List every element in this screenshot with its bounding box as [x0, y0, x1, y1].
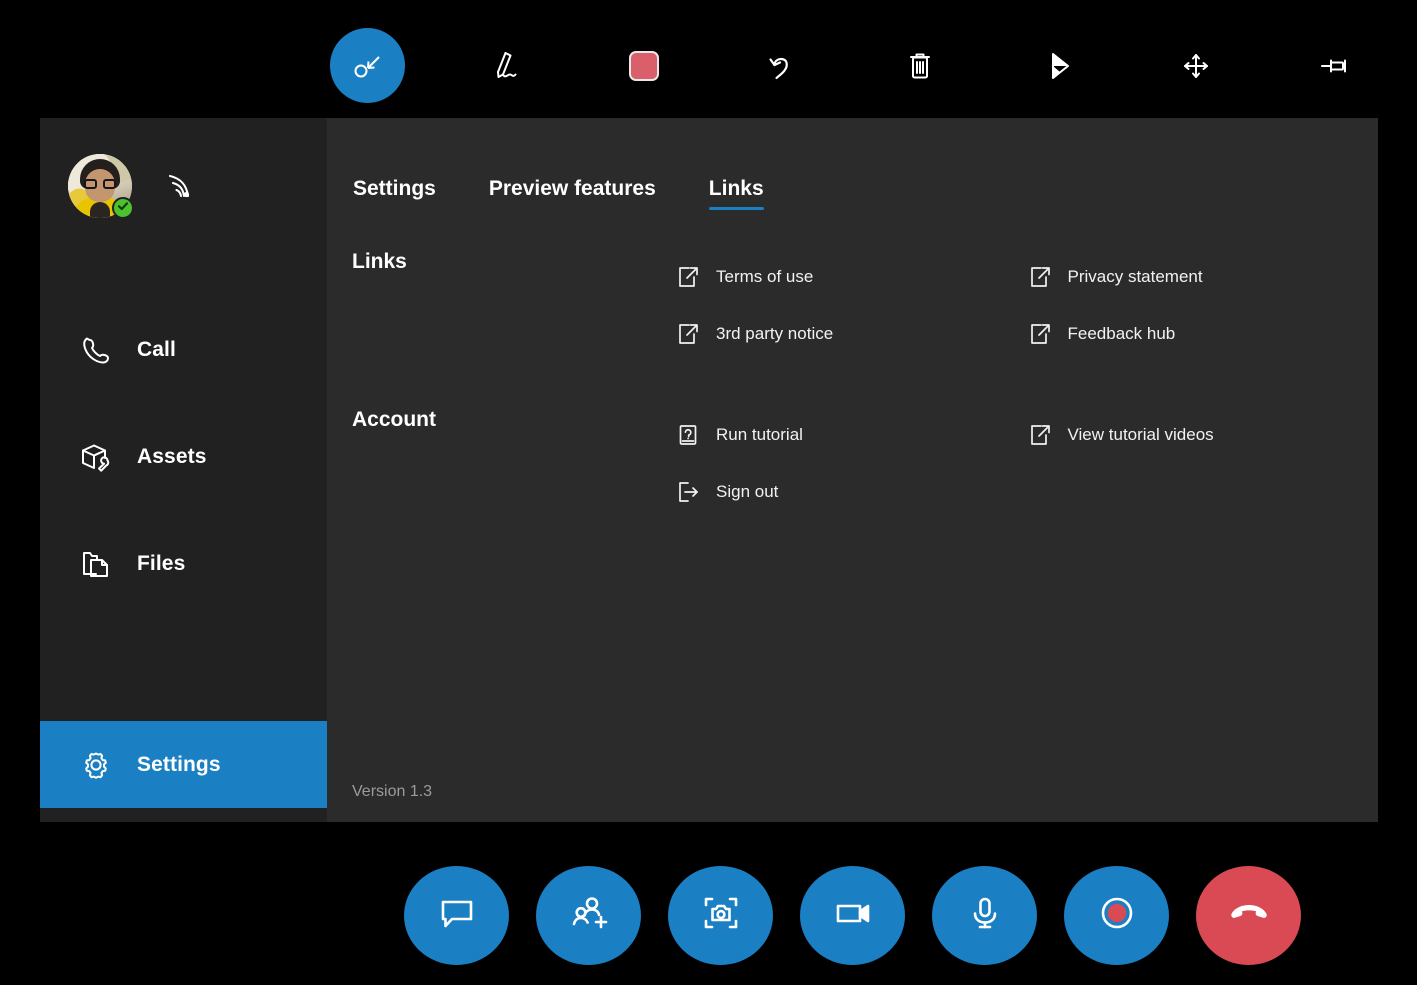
arrow-pointer-icon [1038, 46, 1078, 86]
link-run-tutorial[interactable]: Run tutorial [675, 406, 1027, 463]
color-swatch-icon [629, 51, 659, 81]
link-privacy-statement[interactable]: Privacy statement [1027, 248, 1379, 305]
sidebar-item-call[interactable]: Call [40, 308, 327, 392]
move-icon [1176, 46, 1216, 86]
arrow-pointer-button[interactable] [1020, 28, 1095, 103]
phone-icon [76, 330, 116, 370]
avatar-glasses [84, 179, 116, 189]
pin-icon [1314, 46, 1354, 86]
section-title: Links [327, 248, 675, 274]
presence-available-badge [112, 197, 134, 219]
microphone-button[interactable] [932, 866, 1037, 965]
tab-label: Settings [353, 177, 436, 200]
sidebar: Call Assets [40, 118, 327, 822]
external-link-icon [1027, 264, 1053, 290]
ink-tool-button[interactable] [468, 28, 543, 103]
camera-icon [697, 889, 745, 942]
record-icon [1093, 889, 1141, 942]
pen-icon [485, 45, 527, 87]
link-label: Privacy statement [1068, 267, 1203, 287]
section-links: Links Terms of use [327, 248, 1378, 362]
external-link-icon [675, 321, 701, 347]
section-link-grid: Run tutorial View tutorial videos [675, 406, 1378, 520]
sign-out-icon [675, 479, 701, 505]
link-label: View tutorial videos [1068, 425, 1214, 445]
section-account: Account Run tutorial [327, 406, 1378, 520]
sidebar-item-settings[interactable]: Settings [40, 721, 327, 808]
folder-file-icon [76, 544, 116, 584]
annotation-toolbar [330, 28, 1370, 103]
pin-button[interactable] [1296, 28, 1371, 103]
sidebar-item-assets[interactable]: Assets [40, 415, 327, 499]
tab-label: Links [709, 177, 764, 200]
link-label: Sign out [716, 482, 778, 502]
sidebar-item-label: Settings [137, 753, 221, 777]
sidebar-item-label: Call [137, 338, 176, 362]
sections: Links Terms of use [327, 210, 1378, 520]
video-button[interactable] [800, 866, 905, 965]
external-link-icon [675, 264, 701, 290]
external-link-icon [1027, 422, 1053, 448]
video-camera-icon [829, 889, 877, 942]
delete-button[interactable] [882, 28, 957, 103]
move-button[interactable] [1158, 28, 1233, 103]
tab-underline [709, 207, 764, 210]
box-wrench-icon [76, 437, 116, 477]
link-label: Run tutorial [716, 425, 803, 445]
undo-button[interactable] [744, 28, 819, 103]
help-doc-icon [675, 422, 701, 448]
app-root: Call Assets [0, 0, 1417, 985]
select-tool-button[interactable] [330, 28, 405, 103]
gear-icon [76, 745, 116, 785]
ink-color-button[interactable] [606, 28, 681, 103]
avatar-collar [90, 202, 110, 218]
external-link-icon [1027, 321, 1053, 347]
tab-links[interactable]: Links [709, 177, 764, 210]
link-sign-out[interactable]: Sign out [675, 463, 1027, 520]
hang-up-icon [1223, 887, 1275, 944]
wifi-icon [161, 169, 195, 203]
tab-underline [489, 207, 656, 210]
lasso-select-icon [348, 46, 388, 86]
add-participant-button[interactable] [536, 866, 641, 965]
call-action-bar [404, 866, 1301, 965]
section-link-grid: Terms of use Privacy statement [675, 248, 1378, 362]
tab-preview-features[interactable]: Preview features [489, 177, 656, 210]
hang-up-button[interactable] [1196, 866, 1301, 965]
link-label: 3rd party notice [716, 324, 833, 344]
check-icon [116, 199, 130, 218]
section-title: Account [327, 406, 675, 432]
record-button[interactable] [1064, 866, 1169, 965]
profile-row [40, 118, 327, 228]
trash-icon [900, 46, 940, 86]
tab-underline [353, 207, 436, 210]
link-view-tutorial-videos[interactable]: View tutorial videos [1027, 406, 1379, 463]
capture-photo-button[interactable] [668, 866, 773, 965]
undo-icon [761, 45, 803, 87]
tab-label: Preview features [489, 177, 656, 200]
settings-content: Settings Preview features Links Links [327, 118, 1378, 822]
tab-bar: Settings Preview features Links [327, 166, 1378, 210]
settings-window: Call Assets [40, 118, 1378, 822]
sidebar-item-label: Assets [137, 445, 206, 469]
link-terms-of-use[interactable]: Terms of use [675, 248, 1027, 305]
link-3rd-party-notice[interactable]: 3rd party notice [675, 305, 1027, 362]
version-label: Version 1.3 [352, 783, 432, 801]
chat-button[interactable] [404, 866, 509, 965]
link-feedback-hub[interactable]: Feedback hub [1027, 305, 1379, 362]
sidebar-item-files[interactable]: Files [40, 522, 327, 606]
link-label: Terms of use [716, 267, 813, 287]
chat-bubble-icon [433, 889, 481, 942]
link-label: Feedback hub [1068, 324, 1176, 344]
sidebar-item-label: Files [137, 552, 185, 576]
microphone-icon [961, 889, 1009, 942]
person-add-icon [565, 889, 613, 942]
avatar[interactable] [68, 154, 132, 218]
tab-settings[interactable]: Settings [353, 177, 436, 210]
